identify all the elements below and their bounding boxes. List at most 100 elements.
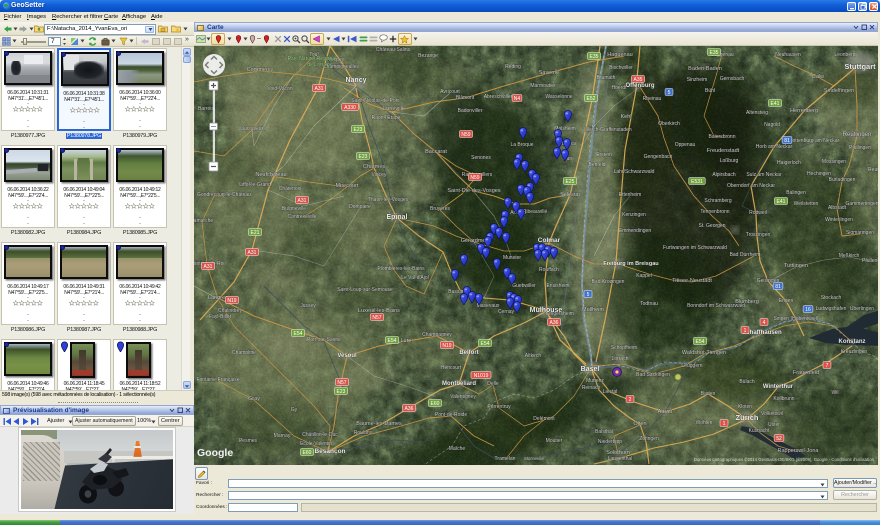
svg-text:Gengenbach: Gengenbach: [644, 154, 673, 160]
svg-text:Gérardmer: Gérardmer: [461, 238, 488, 244]
svg-text:Bezange: Bezange: [418, 53, 438, 59]
svg-text:Charmes: Charmes: [363, 164, 386, 170]
svg-text:Liffol-le-Grand: Liffol-le-Grand: [239, 182, 271, 188]
svg-text:Altkirch: Altkirch: [525, 353, 542, 359]
svg-text:Meßkirch: Meßkirch: [839, 253, 860, 259]
svg-text:Bad Krozingen: Bad Krozingen: [592, 279, 625, 285]
svg-text:Bischwiller: Bischwiller: [609, 65, 633, 71]
svg-text:Kreuzlingen: Kreuzlingen: [841, 349, 868, 355]
svg-text:Roulans: Roulans: [354, 430, 373, 436]
svg-text:Neuhausen: Neuhausen: [775, 52, 801, 58]
svg-text:1: 1: [744, 328, 747, 334]
svg-text:Küsnacht: Küsnacht: [749, 428, 770, 434]
svg-text:Muttenz: Muttenz: [586, 378, 604, 384]
svg-text:St. Georgen: St. Georgen: [699, 223, 726, 229]
svg-text:Masevaux: Masevaux: [477, 303, 500, 309]
svg-text:Konstanz: Konstanz: [839, 339, 866, 345]
svg-text:1: 1: [723, 421, 726, 427]
svg-text:E35: E35: [590, 54, 599, 60]
svg-text:E41: E41: [777, 199, 786, 205]
svg-text:Réding: Réding: [505, 64, 521, 70]
svg-text:Château-Salins: Château-Salins: [376, 47, 411, 53]
svg-text:Maîche: Maîche: [449, 446, 466, 452]
svg-text:Fontaine-Française: Fontaine-Française: [196, 377, 239, 383]
svg-text:Vesoul: Vesoul: [337, 353, 357, 359]
svg-text:Zofingen: Zofingen: [639, 436, 659, 442]
svg-text:Alpirsbach: Alpirsbach: [712, 172, 736, 178]
svg-text:Winterthur: Winterthur: [763, 384, 794, 390]
svg-text:Mössingen: Mössingen: [822, 159, 846, 165]
svg-text:Fayl-Billot: Fayl-Billot: [209, 314, 232, 320]
svg-text:Bulgnéville: Bulgnéville: [282, 206, 306, 212]
svg-text:Tuttlingen: Tuttlingen: [784, 263, 808, 269]
svg-text:Lamarche: Lamarche: [194, 218, 213, 224]
svg-text:Reinach: Reinach: [582, 385, 601, 391]
svg-text:Châtenois: Châtenois: [279, 186, 302, 192]
svg-text:La Broque: La Broque: [510, 142, 533, 148]
svg-text:Ettenheim: Ettenheim: [619, 192, 642, 198]
svg-text:E25: E25: [566, 179, 575, 185]
svg-text:E54: E54: [481, 341, 490, 347]
svg-text:Todtnau: Todtnau: [640, 301, 658, 307]
svg-text:Senones: Senones: [471, 155, 491, 161]
svg-text:Olten: Olten: [633, 421, 646, 427]
svg-text:E60: E60: [303, 450, 312, 456]
svg-text:52: 52: [776, 436, 782, 442]
svg-text:E23: E23: [354, 127, 363, 133]
svg-text:Kenzingen: Kenzingen: [622, 212, 646, 218]
svg-text:Oberndorf am Neckar: Oberndorf am Neckar: [727, 183, 775, 189]
svg-text:Langenthal: Langenthal: [608, 456, 633, 462]
svg-text:Porrentruy: Porrentruy: [487, 404, 511, 410]
svg-text:Wasselonne: Wasselonne: [545, 94, 573, 100]
svg-text:Wil: Wil: [832, 390, 839, 396]
svg-text:Tennenbronn: Tennenbronn: [700, 209, 729, 215]
svg-text:Abreschviller: Abreschviller: [484, 94, 513, 100]
svg-text:Nancy: Nancy: [345, 77, 366, 84]
svg-text:Schramberg: Schramberg: [704, 198, 731, 204]
svg-text:Rottenburg am Neckar: Rottenburg am Neckar: [789, 138, 840, 144]
svg-text:E52: E52: [587, 96, 596, 102]
svg-text:Données cartographiques ©2014: Données cartographiques ©2014 GeoBasis-D…: [694, 457, 875, 462]
svg-text:Offenburg: Offenburg: [626, 83, 655, 89]
svg-text:A36: A36: [550, 320, 559, 326]
svg-text:Contrexéville: Contrexéville: [288, 214, 317, 220]
svg-text:Jussey: Jussey: [300, 303, 316, 309]
svg-text:Stockach: Stockach: [821, 295, 842, 301]
svg-text:Reutlingen: Reutlingen: [843, 132, 872, 138]
svg-text:Héricourt: Héricourt: [441, 365, 462, 371]
svg-text:de Lorraine: de Lorraine: [307, 62, 333, 68]
svg-text:Ensisheim: Ensisheim: [546, 283, 569, 289]
svg-text:Raon-l'Étape: Raon-l'Étape: [372, 114, 401, 121]
svg-text:Baden: Baden: [701, 391, 716, 397]
svg-text:Balingen: Balingen: [786, 190, 806, 196]
svg-text:Rouffach: Rouffach: [539, 267, 559, 273]
svg-text:Bülach: Bülach: [739, 379, 755, 385]
svg-text:Erstein: Erstein: [596, 152, 612, 158]
svg-text:Oberkirch: Oberkirch: [658, 121, 680, 127]
svg-text:Le Val-d'Ajol: Le Val-d'Ajol: [401, 275, 429, 281]
svg-text:Basel: Basel: [581, 366, 600, 373]
svg-text:Ribeauvillé: Ribeauvillé: [523, 209, 548, 215]
svg-text:Leuggern: Leuggern: [681, 363, 702, 369]
svg-text:Pont-de-Roide: Pont-de-Roide: [435, 412, 467, 418]
svg-text:Ludwigshafen: Ludwigshafen: [816, 306, 847, 312]
svg-text:Benfeld: Benfeld: [589, 162, 606, 168]
svg-text:Châtillon-le-Duc: Châtillon-le-Duc: [302, 432, 338, 438]
svg-text:Delémont: Delémont: [533, 416, 555, 422]
svg-text:Schopfheim: Schopfheim: [611, 345, 637, 351]
svg-text:Langres: Langres: [208, 295, 228, 301]
svg-text:A31: A31: [204, 264, 213, 270]
svg-text:Altensteig: Altensteig: [746, 110, 768, 116]
svg-text:Oppenau: Oppenau: [675, 142, 696, 148]
svg-text:N19: N19: [227, 298, 236, 304]
svg-text:Haguenau: Haguenau: [607, 52, 632, 58]
svg-text:Pfullendorf: Pfullendorf: [862, 258, 878, 264]
svg-text:Furtwangen im Schwarzwald: Furtwangen im Schwarzwald: [663, 245, 727, 251]
svg-text:Singen (Hohentwiel): Singen (Hohentwiel): [773, 316, 818, 322]
svg-text:Bruyères: Bruyères: [430, 206, 451, 212]
svg-text:N19: N19: [442, 343, 451, 349]
svg-text:Delle: Delle: [487, 381, 499, 387]
svg-text:Mulhouse: Mulhouse: [530, 307, 563, 314]
svg-text:Champlitte: Champlitte: [232, 350, 256, 356]
svg-text:Neufchâteau: Neufchâteau: [255, 172, 286, 178]
